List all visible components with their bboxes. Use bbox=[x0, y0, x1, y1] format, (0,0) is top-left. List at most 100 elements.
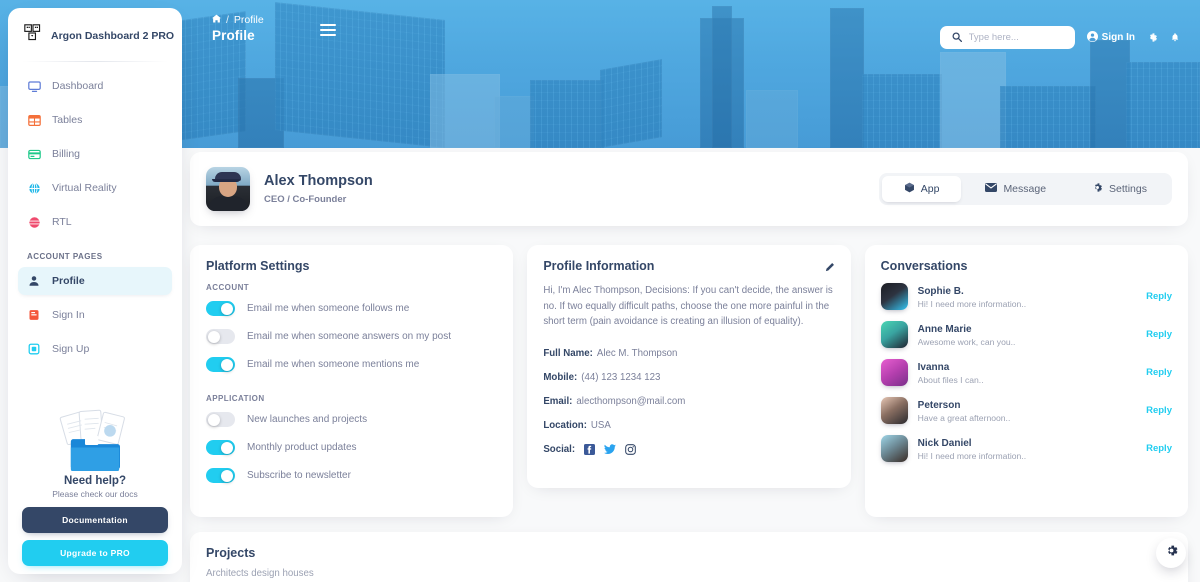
avatar bbox=[880, 321, 908, 348]
tab-label: Message bbox=[1003, 183, 1047, 195]
conversation-name: Ivanna bbox=[917, 361, 950, 373]
breadcrumb-current[interactable]: Profile bbox=[234, 14, 264, 26]
setting-label: Email me when someone follows me bbox=[247, 303, 410, 314]
toggle-email-mentions[interactable] bbox=[206, 357, 235, 372]
list-item[interactable]: Sophie B. Hi! I need more information.. … bbox=[880, 283, 1172, 310]
card-title: Platform Settings bbox=[206, 259, 310, 273]
list-item[interactable]: Ivanna About files I can.. Reply bbox=[880, 359, 1172, 386]
sidebar-item-virtual-reality[interactable]: Virtual Reality bbox=[18, 174, 172, 202]
toggle-email-answers[interactable] bbox=[206, 329, 235, 344]
setting-label: Monthly product updates bbox=[247, 442, 357, 453]
toggle-newsletter[interactable] bbox=[206, 468, 235, 483]
twitter-icon[interactable] bbox=[604, 444, 617, 455]
tab-settings[interactable]: Settings bbox=[1070, 176, 1169, 202]
sidebar-item-sign-in[interactable]: Sign In bbox=[18, 301, 172, 329]
field-mobile: Mobile: (44) 123 1234 123 bbox=[543, 372, 834, 383]
setting-row: Subscribe to newsletter bbox=[206, 468, 497, 483]
bell-icon[interactable] bbox=[1170, 32, 1180, 43]
pencil-icon[interactable] bbox=[824, 260, 835, 278]
sidebar: Argon Dashboard 2 PRO Dashboard Tables B… bbox=[8, 8, 182, 574]
conversation-message: Hi! I need more information.. bbox=[917, 450, 1027, 461]
field-location: Location: USA bbox=[543, 420, 834, 431]
instagram-icon[interactable] bbox=[625, 444, 636, 455]
list-item[interactable]: Peterson Have a great afternoon.. Reply bbox=[880, 397, 1172, 424]
reply-button[interactable]: Reply bbox=[1146, 329, 1172, 340]
sidebar-item-profile[interactable]: Profile bbox=[18, 267, 172, 295]
search-input-wrapper[interactable] bbox=[939, 26, 1075, 49]
toggle-monthly-updates[interactable] bbox=[206, 440, 235, 455]
brand[interactable]: Argon Dashboard 2 PRO bbox=[8, 8, 182, 59]
search-input[interactable] bbox=[968, 32, 1063, 43]
setting-label: Email me when someone answers on my post bbox=[247, 331, 451, 342]
field-label: Location: bbox=[543, 420, 587, 432]
sidebar-item-label: Profile bbox=[52, 275, 85, 287]
app-root: / Profile Profile Sign In bbox=[0, 0, 1200, 582]
sidebar-help-box: Need help? Please check our docs Documen… bbox=[8, 399, 182, 566]
toggle-new-launches[interactable] bbox=[206, 412, 235, 427]
sidebar-item-sign-up[interactable]: Sign Up bbox=[18, 335, 172, 363]
reply-button[interactable]: Reply bbox=[1146, 405, 1172, 416]
rtl-circle-icon bbox=[27, 215, 41, 229]
setting-label: New launches and projects bbox=[247, 414, 368, 425]
gear-icon bbox=[1164, 543, 1179, 563]
conversation-message: About files I can.. bbox=[917, 374, 984, 385]
setting-row: Email me when someone answers on my post bbox=[206, 329, 497, 344]
conversation-name: Sophie B. bbox=[917, 285, 964, 297]
field-value: Alec M. Thompson bbox=[596, 348, 678, 360]
profile-information-card: Profile Information Hi, I'm Alec Thompso… bbox=[527, 245, 851, 488]
reply-button[interactable]: Reply bbox=[1146, 291, 1172, 302]
sidebar-item-label: Dashboard bbox=[52, 80, 104, 92]
vr-globe-icon bbox=[27, 181, 41, 195]
profile-tabs: App Message Settings bbox=[878, 173, 1172, 205]
tab-message[interactable]: Message bbox=[963, 176, 1068, 202]
field-full-name: Full Name: Alec M. Thompson bbox=[543, 348, 834, 359]
home-icon[interactable] bbox=[212, 14, 221, 26]
hamburger-menu-icon[interactable] bbox=[319, 24, 336, 36]
gear-icon[interactable] bbox=[1147, 32, 1158, 43]
sidebar-item-label: Virtual Reality bbox=[52, 182, 117, 194]
sidebar-item-dashboard[interactable]: Dashboard bbox=[18, 72, 172, 100]
group-label-account: ACCOUNT bbox=[206, 283, 250, 292]
conversation-name: Nick Daniel bbox=[917, 437, 972, 449]
table-grid-icon bbox=[27, 113, 41, 127]
facebook-icon[interactable] bbox=[584, 444, 596, 456]
conversation-name: Anne Marie bbox=[917, 323, 972, 335]
field-value: alecthompson@mail.com bbox=[576, 396, 686, 408]
list-item[interactable]: Nick Daniel Hi! I need more information.… bbox=[880, 435, 1172, 462]
sidebar-item-tables[interactable]: Tables bbox=[18, 106, 172, 134]
conversation-name: Peterson bbox=[917, 399, 961, 411]
user-circle-icon bbox=[1086, 30, 1098, 45]
card-title: Conversations bbox=[880, 259, 968, 273]
settings-fab-button[interactable] bbox=[1156, 538, 1186, 568]
setting-label: Subscribe to newsletter bbox=[247, 470, 351, 481]
avatar bbox=[880, 283, 908, 310]
credit-card-icon bbox=[27, 147, 41, 161]
sidebar-item-rtl[interactable]: RTL bbox=[18, 208, 172, 236]
reply-button[interactable]: Reply bbox=[1146, 367, 1172, 378]
avatar bbox=[880, 397, 908, 424]
sidebar-item-label: Billing bbox=[52, 148, 81, 160]
sidebar-item-billing[interactable]: Billing bbox=[18, 140, 172, 168]
profile-name: Alex Thompson bbox=[264, 173, 373, 190]
help-title: Need help? bbox=[64, 475, 126, 487]
field-label: Email: bbox=[543, 396, 573, 408]
setting-label: Email me when someone mentions me bbox=[247, 359, 420, 370]
sign-in-button[interactable]: Sign In bbox=[1086, 30, 1135, 45]
field-value: USA bbox=[590, 420, 611, 432]
avatar[interactable] bbox=[206, 167, 250, 211]
toggle-email-follows[interactable] bbox=[206, 301, 235, 316]
card-title: Projects bbox=[206, 546, 256, 560]
sign-in-label: Sign In bbox=[1101, 32, 1135, 43]
page-title: Profile bbox=[212, 28, 255, 43]
documentation-button[interactable]: Documentation bbox=[22, 507, 168, 533]
divider bbox=[22, 61, 168, 62]
upgrade-to-pro-button[interactable]: Upgrade to PRO bbox=[22, 540, 168, 566]
tab-label: App bbox=[920, 183, 940, 195]
tab-app[interactable]: App bbox=[881, 176, 962, 202]
profile-role: CEO / Co-Founder bbox=[264, 193, 347, 205]
breadcrumb: / Profile Profile bbox=[212, 14, 264, 43]
gear-icon bbox=[1092, 182, 1103, 196]
social-label: Social: bbox=[543, 444, 576, 456]
reply-button[interactable]: Reply bbox=[1146, 443, 1172, 454]
list-item[interactable]: Anne Marie Awesome work, can you.. Reply bbox=[880, 321, 1172, 348]
